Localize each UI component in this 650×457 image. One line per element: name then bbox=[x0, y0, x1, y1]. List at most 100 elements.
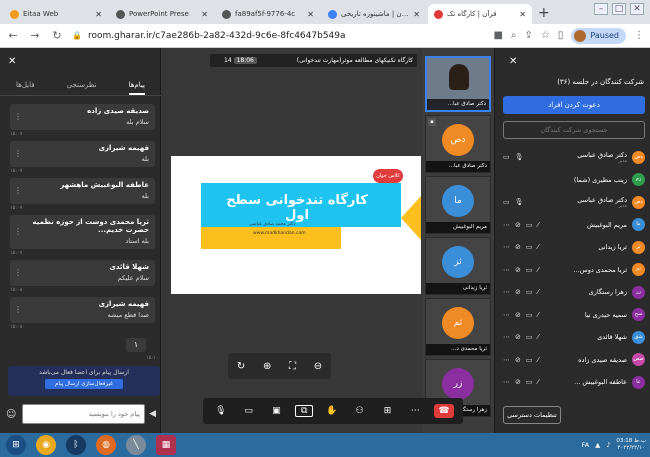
screen-share-icon[interactable]: ▣ bbox=[267, 406, 285, 416]
participant-row[interactable]: ⋯ ⊘ ▭ ⁄ ثریا زیدانی ثز bbox=[495, 236, 650, 259]
more-icon[interactable]: ⋯ bbox=[503, 333, 510, 341]
menu-icon[interactable]: ⋮ bbox=[634, 30, 644, 41]
mic-off-icon[interactable]: 🎙 bbox=[212, 406, 230, 416]
message-menu-icon[interactable]: ⋮ bbox=[14, 268, 22, 277]
profile-button[interactable]: Paused bbox=[571, 27, 626, 44]
close-tab-icon[interactable]: ✕ bbox=[413, 10, 420, 19]
participant-row[interactable]: زینب مطیری (شما) زم bbox=[495, 169, 650, 192]
participant-row[interactable]: ▭ 🎙 دکتر صادق عباسی مدیر دص bbox=[495, 191, 650, 214]
clock[interactable]: 03:18 ب.ظ ۲۰۲۲/۲۲/۱۰ bbox=[616, 438, 646, 452]
camera-off-icon[interactable]: ▭ bbox=[526, 333, 533, 341]
participant-row[interactable]: ⋯ ⊘ ▭ ⁄ زهرا رستگاری زر bbox=[495, 281, 650, 304]
block-icon[interactable]: ⊘ bbox=[515, 288, 521, 296]
unread-count-badge[interactable]: ۱ bbox=[126, 338, 146, 352]
message-list[interactable]: ⋮ صدیقه صیدی زاده سلام بله ۱۵:۰۷ ⋮ فهیمه شیرا… bbox=[0, 100, 161, 364]
participant-row[interactable]: ⋯ ⊘ ▭ ⁄ مریم البوغبیش ما bbox=[495, 214, 650, 237]
mic-off-icon[interactable]: ⁄ bbox=[538, 311, 539, 319]
participants-icon[interactable]: ⚇ bbox=[351, 406, 369, 416]
close-icon[interactable]: ✕ bbox=[509, 56, 517, 67]
browser-tab[interactable]: fa89af5f-9776-4c ✕ bbox=[216, 4, 320, 24]
reload-icon[interactable]: ↻ bbox=[50, 29, 64, 42]
layout-grid-icon[interactable]: ⊞ bbox=[378, 406, 396, 416]
message-menu-icon[interactable]: ⋮ bbox=[14, 112, 22, 121]
tab-polls[interactable]: نظرسنجی bbox=[67, 78, 97, 95]
tool-icon[interactable]: ╲ bbox=[126, 435, 146, 455]
leave-call-icon[interactable]: ☎ bbox=[434, 404, 454, 418]
camera-off-icon[interactable]: ▭ bbox=[526, 221, 533, 229]
more-icon[interactable]: ⋯ bbox=[503, 266, 510, 274]
mic-off-icon[interactable]: ⁄ bbox=[538, 288, 539, 296]
more-icon[interactable]: ⋯ bbox=[503, 311, 510, 319]
browser-tab[interactable]: قرآن | کارگاه تک ✕ bbox=[428, 4, 532, 24]
network-icon[interactable]: ▲ bbox=[595, 441, 600, 449]
participant-row[interactable]: ⋯ ⊘ ▭ ⁄ عاطفه البوغبیش ... عا bbox=[495, 371, 650, 394]
forward-icon[interactable]: → bbox=[28, 29, 42, 42]
participant-row[interactable]: ⋯ ⊘ ▭ ⁄ صدیقه صیدی زاده صص bbox=[495, 349, 650, 372]
url-field[interactable]: 🔒 room.gharar.ir/c7ae286b-2a82-432d-9c6e… bbox=[72, 31, 485, 41]
tab-files[interactable]: فایل‌ها bbox=[16, 78, 35, 95]
mic-off-icon[interactable]: ⁄ bbox=[538, 266, 539, 274]
access-settings-button[interactable]: تنظیمات دسترسی bbox=[503, 406, 561, 424]
block-icon[interactable]: ⊘ bbox=[515, 333, 521, 341]
firefox-icon[interactable]: ◍ bbox=[96, 435, 116, 455]
message-menu-icon[interactable]: ⋮ bbox=[14, 149, 22, 158]
pin-icon[interactable]: ▪ bbox=[428, 118, 436, 126]
block-icon[interactable]: ⊘ bbox=[515, 378, 521, 386]
minimize-icon[interactable]: – bbox=[594, 3, 608, 15]
new-tab-button[interactable]: + bbox=[538, 5, 550, 21]
participant-row[interactable]: ⋯ ⊘ ▭ ⁄ شهلا قائدی شق bbox=[495, 326, 650, 349]
zoom-out-icon[interactable]: ⊖ bbox=[314, 361, 322, 372]
camera-permission-icon[interactable]: ■ bbox=[493, 30, 502, 41]
camera-off-icon[interactable]: ▭ bbox=[526, 356, 533, 364]
fullscreen-icon[interactable]: ⛶ bbox=[289, 361, 296, 372]
participant-row[interactable]: ⋯ ⊘ ▭ ⁄ سمیه حیدری نیا سح bbox=[495, 304, 650, 327]
chrome-icon[interactable]: ◉ bbox=[36, 435, 56, 455]
more-icon[interactable]: ⋯ bbox=[503, 243, 510, 251]
start-icon[interactable]: ⊞ bbox=[6, 435, 26, 455]
block-icon[interactable]: ⊘ bbox=[515, 311, 521, 319]
raise-hand-icon[interactable]: ✋ bbox=[323, 406, 341, 416]
more-icon[interactable]: ⋯ bbox=[503, 221, 510, 229]
sidebar-icon[interactable]: ▯ bbox=[558, 30, 564, 41]
back-icon[interactable]: ← bbox=[6, 29, 20, 42]
zoom-in-icon[interactable]: ⊕ bbox=[263, 361, 271, 372]
mic-off-icon[interactable]: ⁄ bbox=[538, 221, 539, 229]
mic-off-icon[interactable]: ⁄ bbox=[538, 356, 539, 364]
present-icon[interactable]: ⧉ bbox=[295, 405, 314, 417]
video-tile[interactable]: دکتر صادق عبا... bbox=[425, 56, 491, 112]
browser-tab[interactable]: Eitaa Web ✕ bbox=[4, 4, 108, 24]
participant-row[interactable]: ▭ 🎙 دکتر صادق عباسی مدیر دص bbox=[495, 146, 650, 169]
close-icon[interactable]: ✕ bbox=[8, 56, 16, 67]
participant-search-input[interactable] bbox=[503, 121, 645, 139]
more-icon[interactable]: ⋯ bbox=[406, 406, 424, 416]
browser-tab[interactable]: قرآن | ماشینوره تاریخی ✕ bbox=[322, 4, 426, 24]
participant-row[interactable]: ⋯ ⊘ ▭ ⁄ ثریا محمدی دوس... ثم bbox=[495, 259, 650, 282]
message-menu-icon[interactable]: ⋮ bbox=[14, 186, 22, 195]
block-icon[interactable]: ⊘ bbox=[515, 243, 521, 251]
block-icon[interactable]: ⊘ bbox=[515, 356, 521, 364]
camera-off-icon[interactable]: ▭ bbox=[526, 266, 533, 274]
close-window-icon[interactable]: ✕ bbox=[630, 3, 644, 15]
reset-icon[interactable]: ↻ bbox=[237, 361, 245, 372]
more-icon[interactable]: ⋯ bbox=[503, 288, 510, 296]
tab-messages[interactable]: پیام‌ها bbox=[128, 78, 145, 95]
video-tile[interactable]: ما مریم البوغبیش bbox=[425, 176, 491, 234]
browser-tab[interactable]: PowerPoint Prese ✕ bbox=[110, 4, 214, 24]
mic-off-icon[interactable]: ⁄ bbox=[538, 243, 539, 251]
block-icon[interactable]: ⊘ bbox=[515, 266, 521, 274]
more-icon[interactable]: ⋯ bbox=[503, 356, 510, 364]
close-tab-icon[interactable]: ✕ bbox=[201, 10, 208, 19]
block-icon[interactable]: ⊘ bbox=[515, 221, 521, 229]
camera-off-icon[interactable]: ▭ bbox=[526, 288, 533, 296]
camera-off-icon[interactable]: ▭ bbox=[526, 378, 533, 386]
zoom-icon[interactable]: ⌕ bbox=[511, 30, 517, 41]
bookmark-star-icon[interactable]: ☆ bbox=[541, 30, 550, 41]
message-menu-icon[interactable]: ⋮ bbox=[14, 305, 22, 314]
camera-off-icon[interactable]: ▭ bbox=[240, 406, 258, 416]
close-tab-icon[interactable]: ✕ bbox=[307, 10, 314, 19]
mic-off-icon[interactable]: ⁄ bbox=[538, 378, 539, 386]
volume-icon[interactable]: ♪ bbox=[606, 441, 610, 449]
close-tab-icon[interactable]: ✕ bbox=[519, 10, 526, 19]
share-icon[interactable]: ⇪ bbox=[525, 30, 533, 41]
maximize-icon[interactable]: □ bbox=[612, 3, 626, 15]
